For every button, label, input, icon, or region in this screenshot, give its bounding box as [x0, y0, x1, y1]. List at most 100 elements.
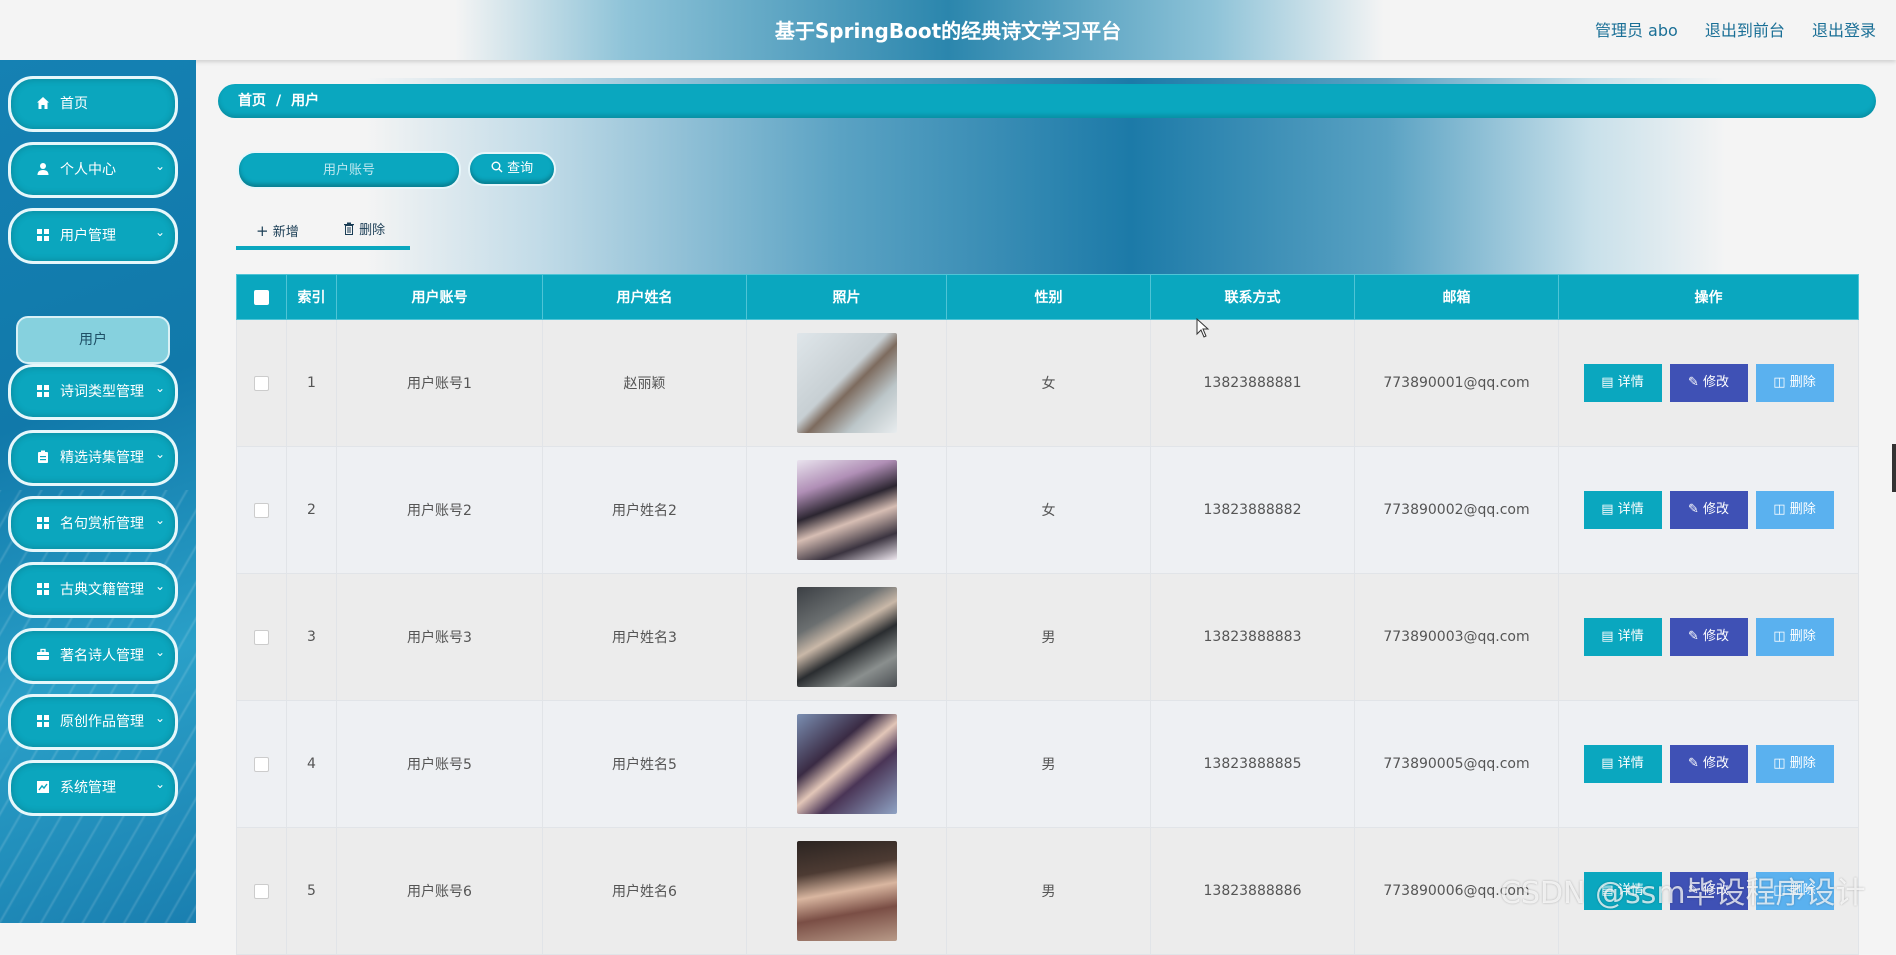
delete-button[interactable]: ◫ 删除 — [1755, 745, 1834, 783]
user-photo — [796, 460, 897, 560]
sidebar-subitem-user[interactable]: 用户 — [16, 316, 170, 364]
cell-phone: 13823888881 — [1150, 319, 1355, 447]
sidebar: 首页 个人中心 ⌄ 用户管理 ⌄ 用户 诗词类型管理 ⌄ 精选诗集管理 ⌄ 名句… — [0, 60, 196, 923]
grid-icon — [37, 229, 49, 241]
chevron-down-icon: ⌄ — [154, 447, 165, 461]
trash-icon: ◫ — [1773, 502, 1786, 517]
sidebar-item-home[interactable]: 首页 — [8, 76, 178, 132]
home-icon — [37, 97, 49, 109]
search-button[interactable]: 查询 — [468, 152, 556, 186]
cell-index: 2 — [286, 446, 337, 574]
document-icon: ▤ — [1601, 375, 1614, 390]
edit-button[interactable]: ✎ 修改 — [1669, 745, 1748, 783]
trash-icon: ◫ — [1773, 629, 1786, 644]
clipboard-icon — [38, 450, 48, 463]
search-icon — [491, 161, 503, 173]
document-icon: ▤ — [1601, 502, 1614, 517]
sidebar-item-label: 原创作品管理 — [60, 714, 144, 730]
breadcrumb-current: 用户 — [291, 93, 320, 109]
row-checkbox[interactable] — [254, 629, 269, 645]
sidebar-item-poem-type-management[interactable]: 诗词类型管理 ⌄ — [8, 364, 178, 420]
document-icon: ▤ — [1601, 629, 1614, 644]
sidebar-item-label: 个人中心 — [60, 162, 116, 178]
logout-link[interactable]: 退出登录 — [1812, 21, 1876, 40]
detail-button[interactable]: ▤ 详情 — [1583, 364, 1662, 402]
chart-icon — [37, 781, 49, 793]
user-table: 索引 用户账号 用户姓名 照片 性别 联系方式 邮箱 操作 1 用户账号1 赵丽… — [236, 274, 1859, 955]
cell-actions: ▤ 详情 ✎ 修改 ◫ 删除 — [1558, 700, 1859, 828]
row-checkbox[interactable] — [254, 375, 269, 391]
trash-icon: ◫ — [1773, 756, 1786, 771]
scrollbar-handle[interactable] — [1892, 444, 1896, 492]
delete-button[interactable]: ◫ 删除 — [1755, 618, 1834, 656]
plus-icon: + — [256, 222, 269, 240]
search-button-label: 查询 — [507, 161, 534, 176]
detail-button[interactable]: ▤ 详情 — [1583, 618, 1662, 656]
chevron-down-icon: ⌄ — [154, 225, 165, 239]
delete-label: 删除 — [1789, 502, 1816, 517]
chevron-down-icon: ⌄ — [154, 381, 165, 395]
back-to-front-link[interactable]: 退出到前台 — [1705, 21, 1785, 40]
grid-icon — [37, 583, 49, 595]
sidebar-item-label: 精选诗集管理 — [60, 450, 144, 466]
sidebar-item-original-works-management[interactable]: 原创作品管理 ⌄ — [8, 694, 178, 750]
add-button[interactable]: + 新增 — [256, 218, 299, 244]
select-all-cell[interactable] — [236, 274, 287, 320]
trash-icon: ◫ — [1773, 375, 1786, 390]
column-header: 用户账号 — [336, 274, 543, 320]
delete-button[interactable]: ◫ 删除 — [1755, 491, 1834, 529]
sidebar-item-user-management[interactable]: 用户管理 ⌄ — [8, 208, 178, 264]
breadcrumb: 首页 / 用户 — [218, 84, 1876, 118]
cell-phone: 13823888886 — [1150, 827, 1355, 955]
detail-label: 详情 — [1617, 756, 1644, 771]
cell-account: 用户账号5 — [336, 700, 543, 828]
sidebar-item-poets-management[interactable]: 著名诗人管理 ⌄ — [8, 628, 178, 684]
cell-email: 773890003@qq.com — [1354, 573, 1559, 701]
cell-email: 773890005@qq.com — [1354, 700, 1559, 828]
grid-icon — [37, 517, 49, 529]
delete-label: 删除 — [1789, 756, 1816, 771]
chevron-down-icon: ⌄ — [154, 645, 165, 659]
user-photo — [796, 841, 897, 941]
cell-phone: 13823888882 — [1150, 446, 1355, 574]
table-row: 2 用户账号2 用户姓名2 女 13823888882 773890002@qq… — [236, 446, 1859, 574]
row-checkbox[interactable] — [254, 756, 269, 772]
batch-delete-button[interactable]: 删除 — [343, 218, 385, 244]
pencil-icon: ✎ — [1687, 375, 1699, 390]
sidebar-item-classics-management[interactable]: 古典文籍管理 ⌄ — [8, 562, 178, 618]
search-input[interactable] — [239, 153, 459, 187]
cell-email: 773890002@qq.com — [1354, 446, 1559, 574]
sidebar-item-label: 诗词类型管理 — [60, 384, 144, 400]
delete-button[interactable]: ◫ 删除 — [1755, 364, 1834, 402]
user-photo — [796, 587, 897, 687]
cell-account: 用户账号3 — [336, 573, 543, 701]
cell-name: 用户姓名2 — [542, 446, 747, 574]
edit-label: 修改 — [1703, 502, 1730, 517]
cell-name: 用户姓名3 — [542, 573, 747, 701]
column-header: 操作 — [1558, 274, 1859, 320]
row-checkbox[interactable] — [254, 502, 269, 518]
admin-user-link[interactable]: 管理员 abo — [1595, 21, 1678, 40]
table-row: 3 用户账号3 用户姓名3 男 13823888883 773890003@qq… — [236, 573, 1859, 701]
cell-account: 用户账号2 — [336, 446, 543, 574]
sidebar-item-selected-poems-management[interactable]: 精选诗集管理 ⌄ — [8, 430, 178, 486]
row-checkbox[interactable] — [254, 883, 269, 899]
delete-label: 删除 — [1789, 629, 1816, 644]
cell-name: 赵丽颖 — [542, 319, 747, 447]
cell-index: 1 — [286, 319, 337, 447]
cell-gender: 男 — [946, 573, 1151, 701]
cell-email: 773890001@qq.com — [1354, 319, 1559, 447]
edit-button[interactable]: ✎ 修改 — [1669, 491, 1748, 529]
detail-button[interactable]: ▤ 详情 — [1583, 491, 1662, 529]
select-all-checkbox[interactable] — [254, 289, 269, 305]
edit-button[interactable]: ✎ 修改 — [1669, 364, 1748, 402]
top-header: 基于SpringBoot的经典诗文学习平台 管理员 abo 退出到前台 退出登录 — [0, 0, 1896, 60]
detail-button[interactable]: ▤ 详情 — [1583, 745, 1662, 783]
edit-button[interactable]: ✎ 修改 — [1669, 618, 1748, 656]
sidebar-item-famous-lines-management[interactable]: 名句赏析管理 ⌄ — [8, 496, 178, 552]
sidebar-item-personal-center[interactable]: 个人中心 ⌄ — [8, 142, 178, 198]
breadcrumb-home[interactable]: 首页 — [238, 93, 266, 109]
sidebar-item-system-management[interactable]: 系统管理 ⌄ — [8, 760, 178, 816]
table-header-row: 索引 用户账号 用户姓名 照片 性别 联系方式 邮箱 操作 — [236, 274, 1859, 320]
column-header: 照片 — [746, 274, 947, 320]
